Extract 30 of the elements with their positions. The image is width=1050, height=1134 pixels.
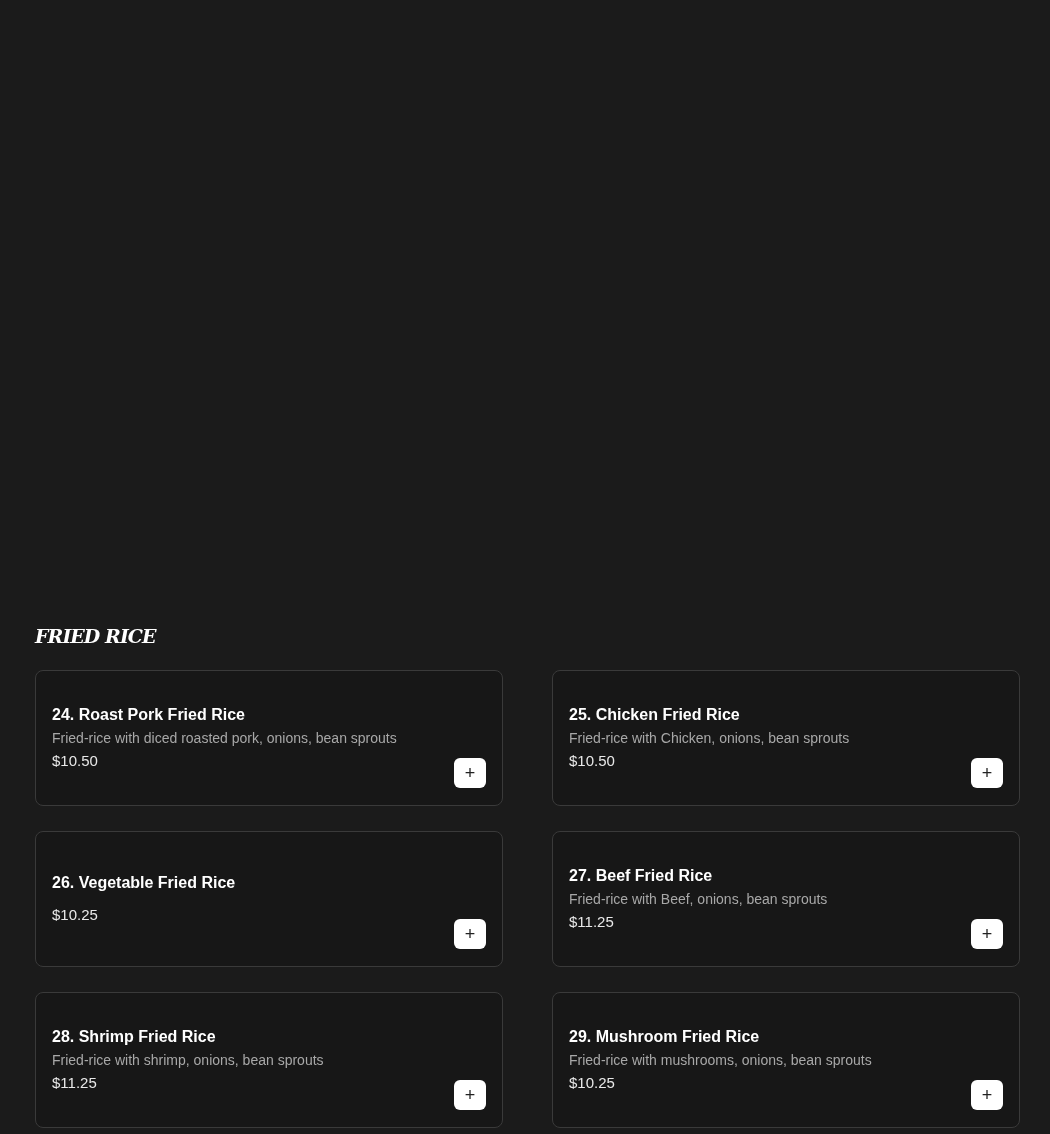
add-button[interactable]: +: [971, 919, 1003, 949]
item-name: 25. Chicken Fried Rice: [569, 705, 740, 725]
item-description: Fried-rice with shrimp, onions, bean sprouts: [52, 1051, 324, 1070]
item-price: $10.25: [52, 905, 98, 925]
item-description: Fried-rice with Chicken, onions, bean sprouts: [569, 729, 850, 748]
item-name: 28. Shrimp Fried Rice: [52, 1027, 216, 1047]
menu-item-card[interactable]: 28. Shrimp Fried Rice Fried-rice with shrimp, onions, bean sprouts $11.25 +: [35, 992, 503, 1128]
item-name: 26. Vegetable Fried Rice: [52, 873, 236, 893]
add-button[interactable]: +: [454, 919, 486, 949]
add-button[interactable]: +: [454, 1080, 486, 1110]
item-description: Fried-rice with mushrooms, onions, bean sprouts: [569, 1051, 872, 1070]
add-button[interactable]: +: [454, 758, 486, 788]
menu-item-card[interactable]: 25. Chicken Fried Rice Fried-rice with Chicken, onions, bean sprouts $10.50 +: [552, 670, 1020, 806]
add-button[interactable]: +: [971, 1080, 1003, 1110]
add-button[interactable]: +: [971, 758, 1003, 788]
item-name: 29. Mushroom Fried Rice: [569, 1027, 760, 1047]
item-name: 27. Beef Fried Rice: [569, 866, 713, 886]
section-title: FRIED RICE: [35, 624, 156, 649]
menu-item-card[interactable]: 24. Roast Pork Fried Rice Fried-rice with diced roasted pork, onions, bean sprouts $10.50 +: [35, 670, 503, 806]
item-name: 24. Roast Pork Fried Rice: [52, 705, 245, 725]
item-price: $10.50: [569, 751, 615, 771]
menu-item-card[interactable]: 26. Vegetable Fried Rice $10.25 +: [35, 831, 503, 967]
item-description: Fried-rice with Beef, onions, bean sprouts: [569, 890, 828, 909]
item-price: $11.25: [569, 912, 614, 932]
item-description: Fried-rice with diced roasted pork, onions, bean sprouts: [52, 729, 397, 748]
item-price: $10.50: [52, 751, 98, 771]
menu-item-card[interactable]: 27. Beef Fried Rice Fried-rice with Beef, onions, bean sprouts $11.25 +: [552, 831, 1020, 967]
item-price: $10.25: [569, 1073, 615, 1093]
menu-item-card[interactable]: 29. Mushroom Fried Rice Fried-rice with mushrooms, onions, bean sprouts $10.25 +: [552, 992, 1020, 1128]
item-price: $11.25: [52, 1073, 97, 1093]
